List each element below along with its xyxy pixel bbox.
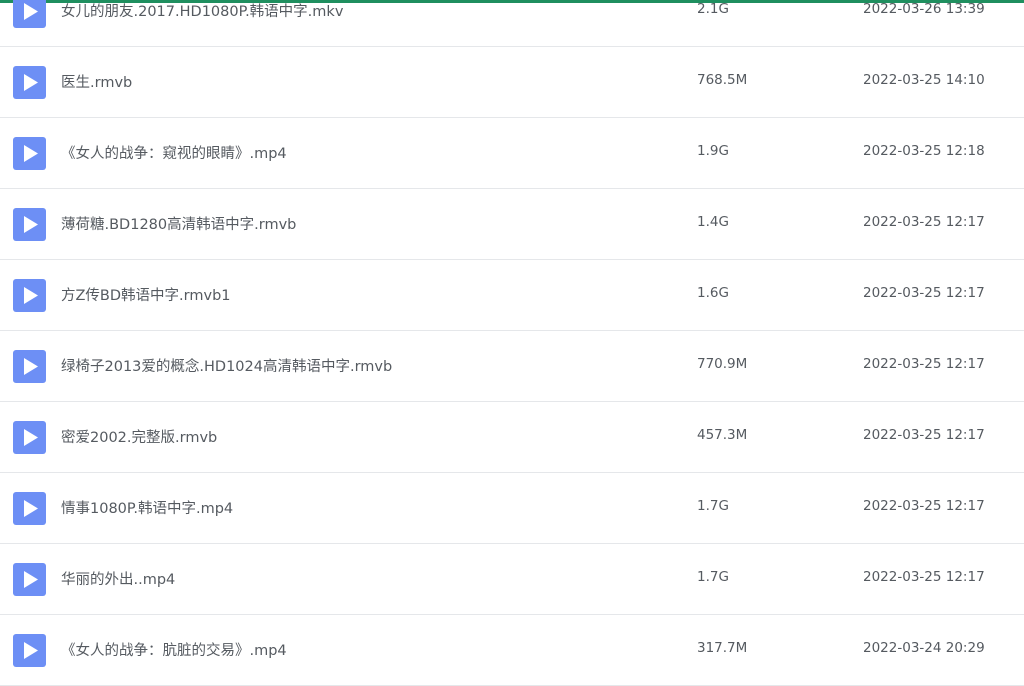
file-date: 2022-03-25 12:17 <box>863 356 985 372</box>
file-name[interactable]: 华丽的外出..mp4 <box>61 568 175 589</box>
list-item[interactable]: 医生.rmvb 768.5M 2022-03-25 14:10 <box>0 47 1024 118</box>
video-play-icon[interactable] <box>13 137 46 170</box>
file-size: 1.7G <box>697 498 729 514</box>
file-size: 1.4G <box>697 214 729 230</box>
video-play-icon[interactable] <box>13 0 46 28</box>
video-play-icon[interactable] <box>13 492 46 525</box>
file-size: 768.5M <box>697 72 748 88</box>
file-name[interactable]: 密爱2002.完整版.rmvb <box>61 426 217 447</box>
file-name[interactable]: 情事1080P.韩语中字.mp4 <box>61 497 233 518</box>
file-date: 2022-03-26 13:39 <box>863 1 985 17</box>
file-name[interactable]: 方Z传BD韩语中字.rmvb1 <box>61 284 231 305</box>
video-play-icon[interactable] <box>13 634 46 667</box>
video-play-icon[interactable] <box>13 66 46 99</box>
file-date: 2022-03-25 12:17 <box>863 214 985 230</box>
file-size: 770.9M <box>697 356 748 372</box>
video-play-icon[interactable] <box>13 279 46 312</box>
list-item[interactable]: 密爱2002.完整版.rmvb 457.3M 2022-03-25 12:17 <box>0 402 1024 473</box>
file-size: 2.1G <box>697 1 729 17</box>
file-name[interactable]: 医生.rmvb <box>61 71 132 92</box>
list-item[interactable]: 方Z传BD韩语中字.rmvb1 1.6G 2022-03-25 12:17 <box>0 260 1024 331</box>
list-item[interactable]: 《女人的战争：窥视的眼睛》.mp4 1.9G 2022-03-25 12:18 <box>0 118 1024 189</box>
file-size: 1.6G <box>697 285 729 301</box>
file-name[interactable]: 薄荷糖.BD1280高清韩语中字.rmvb <box>61 213 296 234</box>
file-date: 2022-03-25 12:17 <box>863 498 985 514</box>
video-play-icon[interactable] <box>13 208 46 241</box>
file-size: 1.9G <box>697 143 729 159</box>
list-item[interactable]: 女儿的朋友.2017.HD1080P.韩语中字.mkv 2.1G 2022-03… <box>0 0 1024 47</box>
file-name[interactable]: 《女人的战争：窥视的眼睛》.mp4 <box>61 142 287 163</box>
list-item[interactable]: 情事1080P.韩语中字.mp4 1.7G 2022-03-25 12:17 <box>0 473 1024 544</box>
file-size: 317.7M <box>697 640 748 656</box>
list-item[interactable]: 《女人的战争：肮脏的交易》.mp4 317.7M 2022-03-24 20:2… <box>0 615 1024 686</box>
list-item[interactable]: 华丽的外出..mp4 1.7G 2022-03-25 12:17 <box>0 544 1024 615</box>
video-play-icon[interactable] <box>13 563 46 596</box>
list-item[interactable]: 绿椅子2013爱的概念.HD1024高清韩语中字.rmvb 770.9M 202… <box>0 331 1024 402</box>
file-size: 1.7G <box>697 569 729 585</box>
file-date: 2022-03-25 12:17 <box>863 569 985 585</box>
file-date: 2022-03-25 12:18 <box>863 143 985 159</box>
video-play-icon[interactable] <box>13 350 46 383</box>
list-item[interactable]: 薄荷糖.BD1280高清韩语中字.rmvb 1.4G 2022-03-25 12… <box>0 189 1024 260</box>
file-name[interactable]: 《女人的战争：肮脏的交易》.mp4 <box>61 639 287 660</box>
file-name[interactable]: 女儿的朋友.2017.HD1080P.韩语中字.mkv <box>61 0 343 21</box>
file-list: 女儿的朋友.2017.HD1080P.韩语中字.mkv 2.1G 2022-03… <box>0 0 1024 686</box>
file-date: 2022-03-25 14:10 <box>863 72 985 88</box>
file-size: 457.3M <box>697 427 748 443</box>
video-play-icon[interactable] <box>13 421 46 454</box>
file-date: 2022-03-25 12:17 <box>863 427 985 443</box>
file-date: 2022-03-24 20:29 <box>863 640 985 656</box>
file-name[interactable]: 绿椅子2013爱的概念.HD1024高清韩语中字.rmvb <box>61 355 392 376</box>
file-date: 2022-03-25 12:17 <box>863 285 985 301</box>
